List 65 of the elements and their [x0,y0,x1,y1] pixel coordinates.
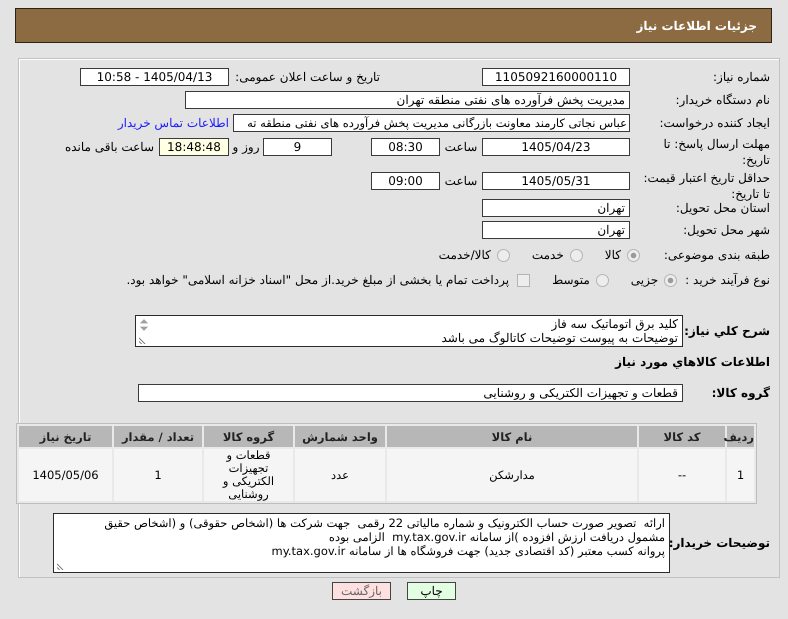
buyer-org-field[interactable]: مدیریت پخش فرآورده های نفتی منطقه تهران [185,91,630,109]
contact-info-link[interactable]: اطلاعات تماس خریدار [118,116,229,130]
days-label: روز و [231,139,260,156]
validity-date-field[interactable]: 1405/05/31 [482,172,630,190]
back-button[interactable]: بازگشت [332,582,391,600]
remaining-time-label: ساعت باقی مانده [64,139,154,156]
time-label: ساعت [444,139,478,156]
table-cell: مدارشکن [387,449,637,501]
print-button[interactable]: چاپ [407,582,456,600]
radio-label: کالا [604,248,621,262]
purchase-type-label: نوع فرآیند خرید : [685,273,770,287]
table-cell: 1405/05/06 [19,449,112,501]
radio-button[interactable] [627,248,640,262]
radio-button[interactable] [496,248,510,262]
announce-date-label: تاریخ و ساعت اعلان عمومی: [234,70,380,84]
page-title: جزئیات اطلاعات نیاز [636,18,757,32]
province-label: استان محل تحویل: [674,201,770,215]
table-cell: 1 [727,449,754,501]
days-field[interactable]: 9 [263,138,332,156]
province-field[interactable]: تهران [482,199,630,217]
column-header: گروه کالا [204,426,293,447]
resize-grip-icon[interactable] [139,337,146,344]
radio-button[interactable] [664,274,678,286]
radio-label: متوسط [552,273,590,287]
resize-grip-icon[interactable] [57,563,64,570]
column-header: تعداد / مقدار [114,426,202,447]
goods-group-label: گروه کالا: [710,386,770,400]
column-header: نام کالا [387,426,637,447]
city-label: شهر محل تحویل: [682,223,770,237]
scroll-arrows-icon[interactable] [139,318,149,332]
deadline-date-field[interactable]: 1405/04/23 [482,138,630,156]
table-cell: -- [639,449,725,501]
announce-date-field[interactable]: 1405/04/13 - 10:58 [80,68,229,86]
remaining-time-field[interactable]: 18:48:48 [159,138,229,156]
requester-label: ایجاد کننده درخواست: [658,116,770,130]
table-cell: قطعات و تجهیزات الکتریکی و روشنایی [204,449,293,501]
radio-label: کالا/خدمت [438,248,491,262]
table-cell: عدد [295,449,385,501]
column-header: واحد شمارش [295,426,385,447]
radio-label: جزیی [630,273,658,287]
radio-button[interactable] [596,274,609,286]
need-number-label: شماره نیاز: [712,70,770,84]
category-label: طبقه بندی موضوعی: [662,248,770,262]
description-field[interactable]: کلید برق اتوماتیک سه فاز توضیحات به پیوست توضیحات کاتالوگ می باشد [135,315,683,347]
requester-field[interactable]: عباس نجاتی کارمند معاونت بازرگانی مدیریت پخش فرآورده های نفتی منطقه ته [233,114,630,132]
time-label: ساعت [444,173,478,190]
deadline-label: مهلت ارسال پاسخ: تا تاریخ: [662,136,770,168]
validity-time-field[interactable]: 09:00 [371,172,440,190]
price-validity-label: حداقل تاریخ اعتبار قیمت: تا تاریخ: [642,170,770,202]
checkbox-label: پرداخت تمام یا بخشی از مبلغ خرید.از محل "اسناد خزانه اسلامی" خواهد بود. [126,273,510,287]
city-field[interactable]: تهران [482,221,630,239]
column-header: تاریخ نیاز [19,426,112,447]
checkbox[interactable] [517,274,530,286]
column-header: کد کالا [639,426,725,447]
goods-group-field[interactable]: قطعات و تجهیزات الکتریکی و روشنایی [138,384,683,402]
deadline-time-field[interactable]: 08:30 [371,138,440,156]
radio-label: خدمت [532,248,564,262]
buyer-org-label: نام دستگاه خریدار: [674,93,770,107]
buyer-notes-label: توضیحات خریدار: [670,536,770,550]
need-number-field[interactable]: 1105092160000110 [482,68,630,86]
table-cell: 1 [114,449,202,501]
description-label: شرح کلي نیاز: [683,324,770,338]
buyer-notes-field[interactable]: ارائه تصویر صورت حساب الکترونیک و شماره مالیاتی 22 رقمی جهت شرکت ها (اشخاص حقوقی) و (اشخاص حقیق مشمول دریافت ارزش افزوده )از سامانه my.tax.gov.ir الزامی بوده پروانه کسب معتبر (کد اقتصادی جدید) جهت فروشگاه ها از سامانه my.tax.gov.ir [53,513,670,573]
section-heading: اطلاعات کالاهاي مورد نیاز [615,355,770,369]
radio-button[interactable] [570,248,583,262]
